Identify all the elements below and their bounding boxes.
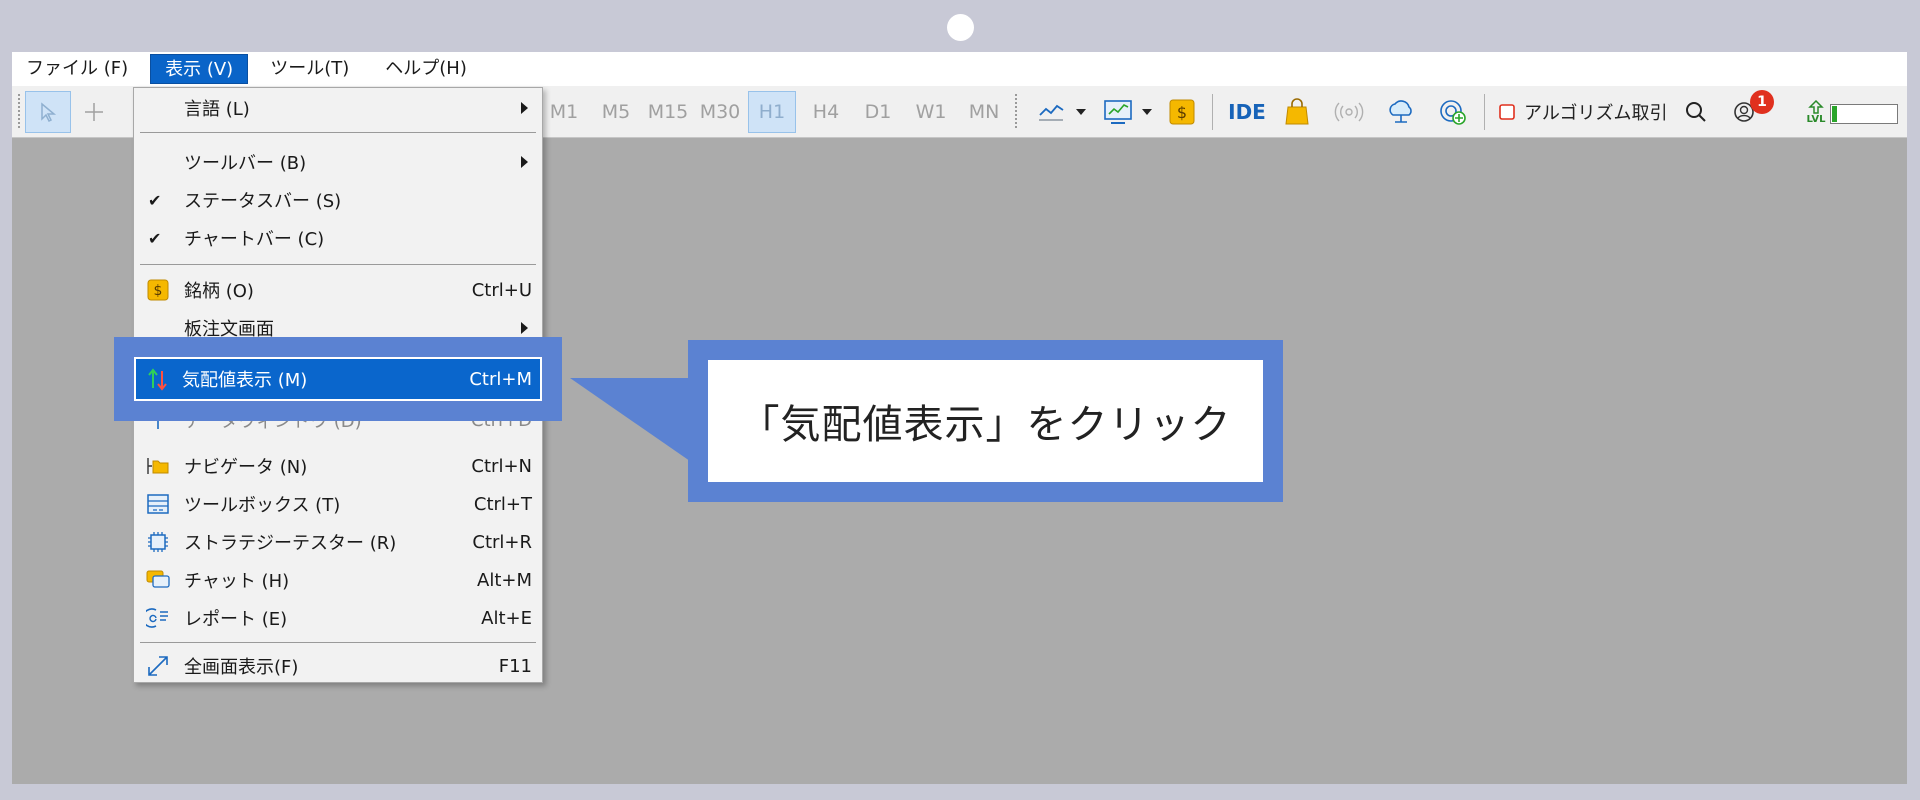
timeframe-m5[interactable]: M5 bbox=[590, 86, 642, 138]
chart-template-button[interactable] bbox=[1098, 86, 1138, 138]
folder-tree-icon bbox=[146, 454, 170, 478]
indicators-button[interactable] bbox=[1032, 86, 1072, 138]
timeframe-m15[interactable]: M15 bbox=[642, 86, 694, 138]
ide-button[interactable]: IDE bbox=[1222, 86, 1272, 138]
callout-text: 「気配値表示」をクリック bbox=[708, 360, 1263, 482]
svg-text:$: $ bbox=[154, 283, 163, 299]
market-button[interactable] bbox=[1276, 86, 1318, 138]
cloud-icon bbox=[1389, 100, 1412, 123]
dollar-icon: $ bbox=[146, 278, 170, 302]
toolbar-grip[interactable] bbox=[1015, 94, 1017, 130]
timeframe-mn[interactable]: MN bbox=[958, 86, 1010, 138]
toolbar-grip[interactable] bbox=[18, 94, 20, 130]
fullscreen-icon bbox=[146, 654, 170, 678]
chat-icon bbox=[146, 568, 170, 592]
menu-bar: ファイル (F) 表示 (V) ツール(T) ヘルプ(H) bbox=[12, 52, 1907, 86]
level-up-icon bbox=[1808, 99, 1824, 114]
crosshair-tool-button[interactable] bbox=[74, 86, 114, 138]
crosshair-icon bbox=[85, 103, 103, 121]
menu-item-fullscreen[interactable]: 全画面表示(F) F11 bbox=[134, 648, 542, 684]
signals-button[interactable] bbox=[1328, 86, 1370, 138]
signal-icon bbox=[1334, 102, 1364, 122]
menu-separator bbox=[140, 642, 536, 643]
symbols-button[interactable]: $ bbox=[1162, 86, 1202, 138]
menu-file[interactable]: ファイル (F) bbox=[12, 54, 142, 84]
submenu-arrow-icon bbox=[521, 156, 528, 168]
radar-add-icon bbox=[1440, 100, 1466, 125]
shopping-bag-icon bbox=[1285, 98, 1309, 125]
level-indicator[interactable]: LVL bbox=[1798, 86, 1834, 138]
toolbar-separator bbox=[1484, 94, 1485, 130]
timeframe-m30[interactable]: M30 bbox=[694, 86, 746, 138]
camera-dot bbox=[947, 14, 974, 41]
menu-tools[interactable]: ツール(T) bbox=[256, 54, 363, 84]
line-chart-icon bbox=[1039, 104, 1064, 121]
notification-badge: 1 bbox=[1750, 90, 1774, 114]
search-icon bbox=[1686, 102, 1706, 122]
menu-item-symbols[interactable]: $ 銘柄 (O) Ctrl+U bbox=[134, 272, 542, 308]
submenu-arrow-icon bbox=[521, 322, 528, 334]
chart-template-dropdown[interactable] bbox=[1138, 86, 1156, 138]
menu-item-toolbar[interactable]: ツールバー (B) bbox=[134, 144, 542, 180]
timeframe-h4[interactable]: H4 bbox=[800, 86, 852, 138]
timeframe-w1[interactable]: W1 bbox=[905, 86, 957, 138]
dollar-icon: $ bbox=[1169, 99, 1195, 125]
search-button[interactable] bbox=[1678, 86, 1714, 138]
web-button[interactable] bbox=[1432, 86, 1474, 138]
stop-icon bbox=[1499, 104, 1515, 120]
timeframe-d1[interactable]: D1 bbox=[852, 86, 904, 138]
toolbox-icon bbox=[146, 492, 170, 516]
vps-button[interactable] bbox=[1380, 86, 1422, 138]
callout-box: 「気配値表示」をクリック bbox=[688, 340, 1283, 502]
chevron-down-icon bbox=[1076, 109, 1086, 115]
checkmark-icon: ✔ bbox=[148, 228, 162, 248]
menu-item-navigator[interactable]: ナビゲータ (N) Ctrl+N bbox=[134, 448, 542, 484]
highlight-frame: 気配値表示 (M) Ctrl+M bbox=[114, 337, 562, 421]
menu-separator bbox=[140, 132, 536, 133]
chart-template-icon bbox=[1104, 100, 1132, 124]
report-icon bbox=[146, 606, 170, 630]
toolbar-separator bbox=[1212, 94, 1213, 130]
chevron-down-icon bbox=[1142, 109, 1152, 115]
indicators-dropdown[interactable] bbox=[1072, 86, 1090, 138]
menu-item-toolbox[interactable]: ツールボックス (T) Ctrl+T bbox=[134, 486, 542, 522]
checkmark-icon: ✔ bbox=[148, 190, 162, 210]
level-progress-bar bbox=[1830, 104, 1898, 124]
callout-pointer bbox=[570, 378, 700, 468]
menu-separator bbox=[140, 264, 536, 265]
svg-text:$: $ bbox=[1177, 103, 1187, 122]
algo-trading-label[interactable]: アルゴリズム取引 bbox=[1524, 86, 1676, 138]
timeframe-h1[interactable]: H1 bbox=[748, 91, 796, 133]
timeframe-m1[interactable]: M1 bbox=[538, 86, 590, 138]
menu-item-chat[interactable]: チャット (H) Alt+M bbox=[134, 562, 542, 598]
level-label: LVL bbox=[1806, 113, 1826, 125]
menu-help[interactable]: ヘルプ(H) bbox=[371, 54, 481, 84]
cursor-tool-button[interactable] bbox=[25, 91, 71, 133]
cursor-icon bbox=[41, 102, 57, 123]
menu-item-report[interactable]: レポート (E) Alt+E bbox=[134, 600, 542, 636]
market-watch-icon bbox=[146, 367, 170, 391]
menu-item-market-watch[interactable]: 気配値表示 (M) Ctrl+M bbox=[134, 357, 542, 401]
chip-icon bbox=[146, 530, 170, 554]
algo-trading-toggle[interactable] bbox=[1492, 86, 1522, 138]
menu-item-statusbar[interactable]: ✔ ステータスバー (S) bbox=[134, 182, 542, 218]
menu-item-language[interactable]: 言語 (L) bbox=[134, 90, 542, 126]
menu-item-strategy-tester[interactable]: ストラテジーテスター (R) Ctrl+R bbox=[134, 524, 542, 560]
submenu-arrow-icon bbox=[521, 102, 528, 114]
menu-item-chartbar[interactable]: ✔ チャートバー (C) bbox=[134, 220, 542, 256]
menu-view[interactable]: 表示 (V) bbox=[150, 54, 249, 84]
level-progress-fill bbox=[1832, 106, 1837, 122]
